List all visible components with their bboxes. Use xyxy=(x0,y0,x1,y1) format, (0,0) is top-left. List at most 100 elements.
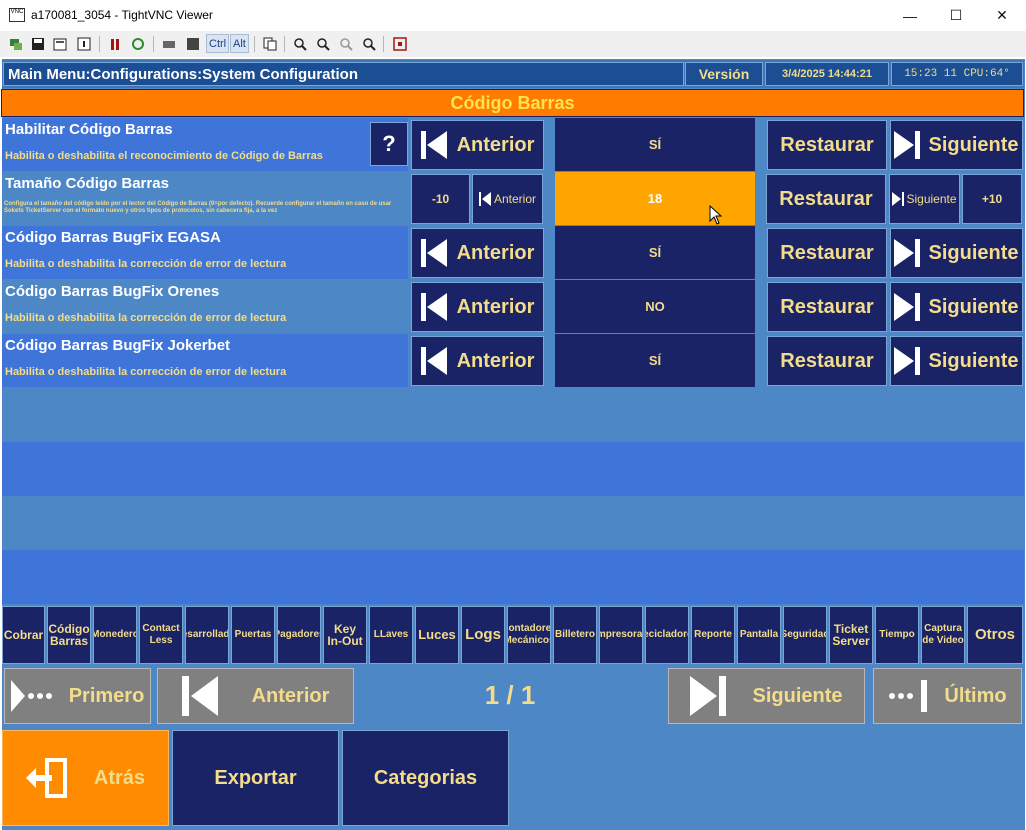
previous-label: Anterior xyxy=(456,241,535,264)
datetime-display: 3/4/2025 14:44:21 xyxy=(765,62,889,86)
setting-label-cell: Habilitar Código Barras Habilita o desha… xyxy=(2,118,408,171)
zoom-out-icon[interactable] xyxy=(314,35,332,53)
previous-value-button[interactable]: Anterior xyxy=(411,120,544,170)
category-label-line2: In-Out xyxy=(327,634,363,648)
setting-value[interactable]: SÍ xyxy=(555,118,755,171)
category-desarrollador[interactable]: Desarrollador xyxy=(185,606,229,664)
category-label: Contadores xyxy=(508,623,551,634)
next-label: Siguiente xyxy=(906,192,957,206)
category-contadores-mecanicos[interactable]: ContadoresMecánicos xyxy=(507,606,551,664)
category-reporte[interactable]: Reporte xyxy=(691,606,735,664)
previous-label: Anterior xyxy=(456,295,535,318)
ctrl-alt-del-icon[interactable] xyxy=(160,35,178,53)
skip-next-icon xyxy=(690,676,727,716)
category-label-line2: de Video xyxy=(922,635,964,646)
category-label: Puertas xyxy=(234,629,272,640)
category-ticket-server[interactable]: Ticket Server xyxy=(829,606,873,664)
next-page-button[interactable]: Siguiente xyxy=(668,668,865,724)
zoom-100-icon[interactable] xyxy=(337,35,355,53)
restore-button[interactable]: Restaurar xyxy=(766,174,886,224)
save-icon[interactable] xyxy=(29,35,47,53)
setting-value[interactable]: SÍ xyxy=(555,226,755,279)
category-pantalla[interactable]: Pantalla xyxy=(737,606,781,664)
category-luces[interactable]: Luces xyxy=(415,606,459,664)
transfer-files-icon[interactable] xyxy=(261,35,279,53)
category-cobrar[interactable]: Cobrar xyxy=(2,606,45,664)
restore-button[interactable]: Restaurar xyxy=(767,120,887,170)
refresh-icon[interactable] xyxy=(129,35,147,53)
next-value-button[interactable]: Siguiente xyxy=(890,228,1023,278)
new-connection-icon[interactable] xyxy=(7,35,25,53)
skip-next-icon xyxy=(894,347,921,375)
category-codigo-barras[interactable]: Código Barras xyxy=(47,606,91,664)
previous-value-button[interactable]: Anterior xyxy=(411,282,544,332)
back-button[interactable]: Atrás xyxy=(2,730,169,826)
info-icon[interactable] xyxy=(75,35,93,53)
category-llaves[interactable]: LLaves xyxy=(369,606,413,664)
category-monedero[interactable]: Monedero xyxy=(93,606,137,664)
category-pagadores[interactable]: Pagadores xyxy=(277,606,321,664)
restore-button[interactable]: Restaurar xyxy=(767,282,887,332)
category-key-in-out[interactable]: Key In-Out xyxy=(323,606,367,664)
first-page-button[interactable]: Primero xyxy=(4,668,151,724)
category-tiempo[interactable]: Tiempo xyxy=(875,606,919,664)
category-seguridad[interactable]: Seguridad xyxy=(783,606,827,664)
next-value-button[interactable]: Siguiente xyxy=(890,120,1023,170)
previous-value-button[interactable]: Anterior xyxy=(472,174,543,224)
toolbar-separator xyxy=(153,36,154,52)
category-recicladores[interactable]: Recicladores xyxy=(645,606,689,664)
window-title: a170081_3054 - TightVNC Viewer xyxy=(31,8,213,22)
empty-row xyxy=(2,388,1024,442)
category-impresoras[interactable]: Impresoras xyxy=(599,606,643,664)
previous-page-button[interactable]: Anterior xyxy=(157,668,354,724)
next-label: Siguiente xyxy=(928,295,1019,318)
next-value-button[interactable]: Siguiente xyxy=(890,336,1023,386)
fullscreen-icon[interactable] xyxy=(391,35,409,53)
toolbar-separator xyxy=(284,36,285,52)
category-otros[interactable]: Otros xyxy=(967,606,1023,664)
skip-next-icon xyxy=(894,239,921,267)
ctrl-key-toggle[interactable]: Ctrl xyxy=(206,34,230,53)
setting-value[interactable]: 18 xyxy=(555,172,755,225)
zoom-in-icon[interactable] xyxy=(291,35,309,53)
ctrl-esc-icon[interactable] xyxy=(184,35,202,53)
maximize-button[interactable]: ☐ xyxy=(933,0,979,31)
decrease-10-button[interactable]: -10 xyxy=(411,174,470,224)
help-button[interactable]: ? xyxy=(370,122,408,166)
setting-value[interactable]: SÍ xyxy=(555,334,755,387)
alt-key-toggle[interactable]: Alt xyxy=(230,34,249,53)
skip-previous-icon xyxy=(181,676,218,716)
close-button[interactable]: ✕ xyxy=(979,0,1025,31)
setting-value[interactable]: NO xyxy=(555,280,755,333)
toolbar-separator xyxy=(383,36,384,52)
category-contact-less[interactable]: Contact Less xyxy=(139,606,183,664)
setting-label-cell: Código Barras BugFix EGASA Habilita o de… xyxy=(2,226,408,279)
previous-value-button[interactable]: Anterior xyxy=(411,336,544,386)
page-indicator: 1 / 1 xyxy=(484,680,536,710)
category-label: LLaves xyxy=(373,629,409,640)
category-captura-de-video[interactable]: Captura de Video xyxy=(921,606,965,664)
skip-previous-icon xyxy=(420,131,447,159)
next-value-button[interactable]: Siguiente xyxy=(889,174,960,224)
last-page-icon xyxy=(888,678,928,714)
empty-row xyxy=(2,496,1024,550)
category-logs[interactable]: Logs xyxy=(461,606,505,664)
export-button[interactable]: Exportar xyxy=(172,730,339,826)
category-billetero[interactable]: Billetero xyxy=(553,606,597,664)
category-label: Tiempo xyxy=(879,629,915,640)
status-display: 15:23 11 CPU:64° xyxy=(891,62,1023,86)
options-icon[interactable] xyxy=(51,35,69,53)
restore-button[interactable]: Restaurar xyxy=(767,336,887,386)
version-button[interactable]: Versión xyxy=(685,62,763,86)
category-puertas[interactable]: Puertas xyxy=(231,606,275,664)
previous-value-button[interactable]: Anterior xyxy=(411,228,544,278)
next-value-button[interactable]: Siguiente xyxy=(890,282,1023,332)
categories-button[interactable]: Categorias xyxy=(342,730,509,826)
increase-10-button[interactable]: +10 xyxy=(962,174,1022,224)
pause-icon[interactable] xyxy=(106,35,124,53)
last-page-button[interactable]: Último xyxy=(873,668,1022,724)
restore-button[interactable]: Restaurar xyxy=(767,228,887,278)
minimize-button[interactable]: — xyxy=(887,0,933,31)
zoom-fit-icon[interactable] xyxy=(360,35,378,53)
category-label: Pagadores xyxy=(278,629,320,640)
